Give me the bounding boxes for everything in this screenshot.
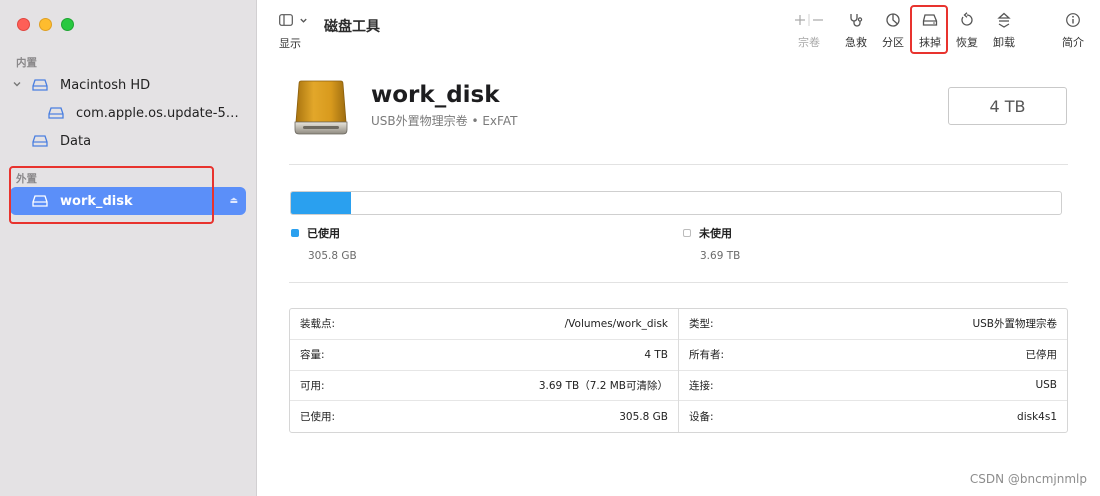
pie-icon xyxy=(885,10,901,30)
zoom-window-button[interactable] xyxy=(61,18,74,31)
highlight-box-external xyxy=(9,166,214,224)
external-drive-icon xyxy=(291,78,351,138)
legend-free-label: 未使用 xyxy=(699,227,732,240)
legend-free-value: 3.69 TB xyxy=(700,250,741,262)
main-pane: work_disk USB外置物理宗卷 • ExFAT 4 TB 已使用 305… xyxy=(257,60,1100,496)
usage-bar-used xyxy=(291,192,352,214)
info-row-owners: 所有者: 已停用 xyxy=(679,340,1067,371)
chevron-down-icon[interactable] xyxy=(299,14,308,28)
info-row-mount-point: 装载点: /Volumes/work_disk xyxy=(290,309,678,340)
toolbar: 显示 磁盘工具 宗卷 急救 分区 抹掉 恢复 卸载 简介 xyxy=(257,0,1100,60)
sidebar-item-label: com.apple.os.update-5D... xyxy=(76,105,244,121)
divider xyxy=(289,282,1068,283)
unmount-label: 卸载 xyxy=(993,36,1015,49)
legend-used-value: 305.8 GB xyxy=(308,250,357,262)
info-value: disk4s1 xyxy=(1017,410,1057,423)
info-key: 容量: xyxy=(300,349,325,362)
info-key: 类型: xyxy=(689,318,714,331)
sidebar-item-data[interactable]: Data xyxy=(30,127,246,155)
info-row-available: 可用: 3.69 TB（7.2 MB可清除） xyxy=(290,371,678,402)
chevron-down-icon[interactable] xyxy=(10,79,24,92)
window-controls xyxy=(17,18,74,31)
info-key: 已使用: xyxy=(300,411,336,424)
info-value: 305.8 GB xyxy=(619,410,668,423)
legend-used-label: 已使用 xyxy=(307,227,340,240)
drive-icon xyxy=(46,106,66,120)
app-title: 磁盘工具 xyxy=(324,19,380,35)
info-key: 可用: xyxy=(300,379,325,392)
unmount-button[interactable]: 卸载 xyxy=(984,10,1024,50)
info-key: 装载点: xyxy=(300,318,336,331)
info-row-used: 已使用: 305.8 GB xyxy=(290,401,678,432)
eject-icon[interactable]: ⏏ xyxy=(229,196,238,206)
info-table: 装载点: /Volumes/work_disk 容量: 4 TB 可用: 3.6… xyxy=(289,308,1068,433)
info-column-left: 装载点: /Volumes/work_disk 容量: 4 TB 可用: 3.6… xyxy=(290,309,678,432)
sidebar-item-label: Data xyxy=(60,133,92,149)
info-button[interactable]: 简介 xyxy=(1053,10,1093,50)
sidebar-item-label: Macintosh HD xyxy=(60,77,151,93)
free-swatch-icon xyxy=(683,229,691,237)
info-label: 简介 xyxy=(1062,36,1084,49)
sidebar-item-macintosh-hd[interactable]: Macintosh HD xyxy=(10,71,246,99)
close-window-button[interactable] xyxy=(17,18,30,31)
restore-label: 恢复 xyxy=(956,36,978,49)
partition-button[interactable]: 分区 xyxy=(873,10,913,50)
used-swatch-icon xyxy=(291,229,299,237)
info-value: USB xyxy=(1035,379,1057,392)
info-key: 连接: xyxy=(689,379,714,392)
sidebar-item-update-volume[interactable]: com.apple.os.update-5D... xyxy=(46,99,246,127)
info-value: USB外置物理宗卷 xyxy=(972,318,1057,331)
info-key: 设备: xyxy=(689,411,714,424)
restore-icon xyxy=(959,10,975,30)
partition-label: 分区 xyxy=(882,36,904,49)
divider xyxy=(289,164,1068,165)
info-value: 已停用 xyxy=(1025,349,1058,362)
info-key: 所有者: xyxy=(689,349,725,362)
disk-name: work_disk xyxy=(371,82,500,108)
info-icon xyxy=(1065,10,1081,30)
usage-bar xyxy=(290,191,1062,215)
minimize-window-button[interactable] xyxy=(39,18,52,31)
stethoscope-icon xyxy=(848,10,864,30)
drive-icon xyxy=(30,134,50,148)
info-row-connection: 连接: USB xyxy=(679,371,1067,402)
sidebar: 内置 Macintosh HD com.apple.os.update-5D..… xyxy=(0,0,257,496)
first-aid-button[interactable]: 急救 xyxy=(836,10,876,50)
capacity-box: 4 TB xyxy=(948,87,1067,125)
info-column-right: 类型: USB外置物理宗卷 所有者: 已停用 连接: USB 设备: disk4… xyxy=(678,309,1067,432)
info-value: 3.69 TB（7.2 MB可清除） xyxy=(538,379,668,392)
legend-used: 已使用 305.8 GB xyxy=(291,225,357,262)
watermark: CSDN @bncmjnmlp xyxy=(969,472,1087,486)
disk-utility-window: 内置 Macintosh HD com.apple.os.update-5D..… xyxy=(0,0,1100,496)
legend-free: 未使用 3.69 TB xyxy=(683,225,740,262)
sidebar-section-internal: 内置 xyxy=(16,57,37,69)
volume-button[interactable]: 宗卷 xyxy=(789,10,829,50)
drive-icon xyxy=(30,78,50,92)
unmount-icon xyxy=(996,10,1012,30)
restore-button[interactable]: 恢复 xyxy=(947,10,987,50)
view-control[interactable]: 显示 xyxy=(279,12,308,51)
info-row-capacity: 容量: 4 TB xyxy=(290,340,678,371)
highlight-box-erase xyxy=(910,5,948,54)
disk-subtitle: USB外置物理宗卷 • ExFAT xyxy=(371,114,518,128)
info-value: 4 TB xyxy=(644,348,668,361)
info-row-type: 类型: USB外置物理宗卷 xyxy=(679,309,1067,340)
first-aid-label: 急救 xyxy=(845,36,867,49)
view-label: 显示 xyxy=(279,37,301,50)
info-row-device: 设备: disk4s1 xyxy=(679,401,1067,432)
volume-label: 宗卷 xyxy=(798,36,820,49)
plus-minus-icon xyxy=(792,10,826,30)
info-value: /Volumes/work_disk xyxy=(564,317,668,330)
sidebar-toggle-icon[interactable] xyxy=(279,13,293,29)
